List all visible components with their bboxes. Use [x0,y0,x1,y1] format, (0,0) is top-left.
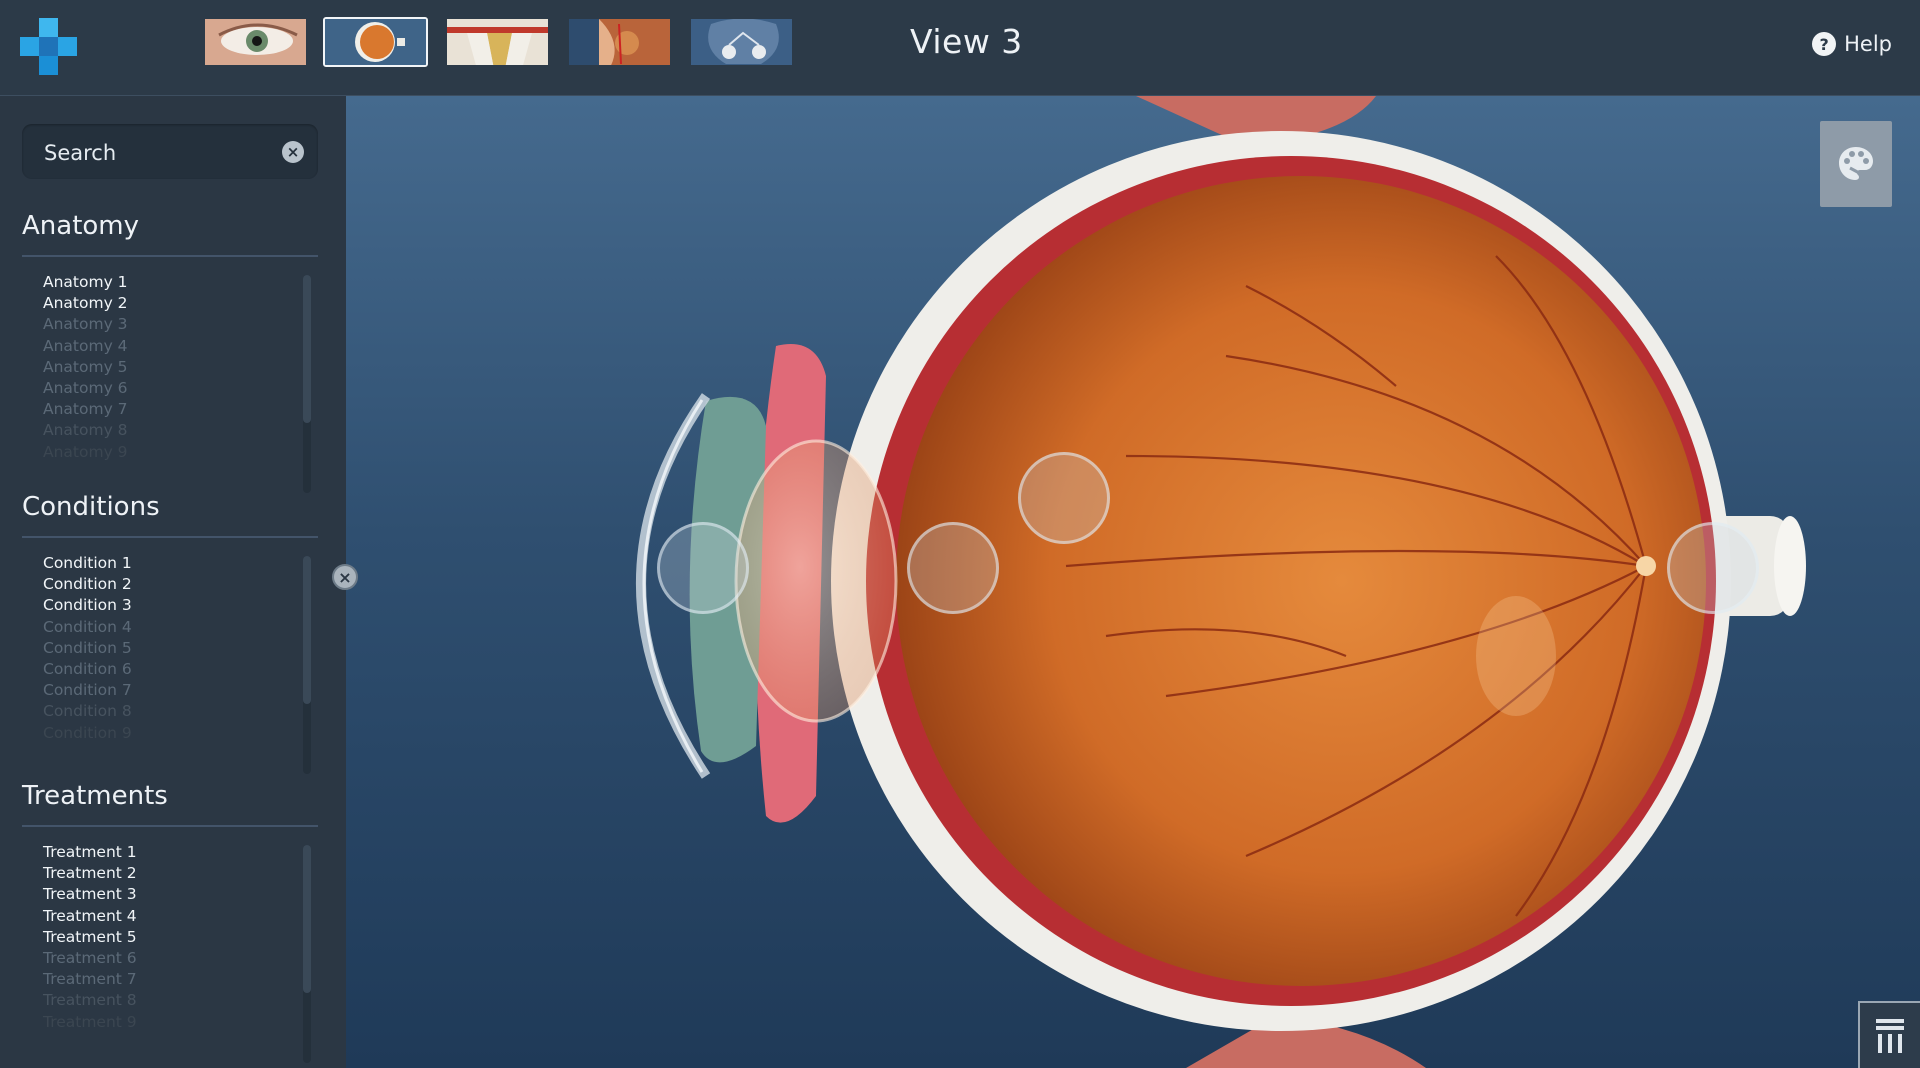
palette-button[interactable] [1820,121,1892,207]
close-circle-icon[interactable]: × [282,141,304,163]
list-item-anatomy[interactable]: Anatomy 4 [43,336,293,357]
collapse-sidebar-button[interactable]: × [332,564,358,590]
list-item-condition[interactable]: Condition 1 [43,553,293,574]
list-item-treatment[interactable]: Treatment 5 [43,927,293,948]
list-item-condition[interactable]: Condition 6 [43,659,293,680]
thumbnail-cross-section[interactable] [445,17,550,67]
eye-external-thumbnail-icon [205,19,306,65]
top-bar: View 3 ? Help [0,0,1920,96]
treatments-divider [22,825,318,827]
list-item-condition[interactable]: Condition 9 [43,723,293,744]
view-title: View 3 [910,22,1023,61]
help-button[interactable]: ? Help [1812,32,1892,56]
list-item-condition[interactable]: Condition 5 [43,638,293,659]
hotspot-cornea[interactable] [907,522,999,614]
list-item-anatomy[interactable]: Anatomy 2 [43,293,293,314]
list-item-anatomy[interactable]: Anatomy 3 [43,314,293,335]
list-item-anatomy[interactable]: Anatomy 1 [43,272,293,293]
list-item-treatment[interactable]: Treatment 3 [43,884,293,905]
sidebar: × Anatomy Anatomy 1 Anatomy 2 Anatomy 3 … [0,96,346,1068]
eyeball-thumbnail-icon [325,19,426,65]
anatomy-list: Anatomy 1 Anatomy 2 Anatomy 3 Anatomy 4 … [43,272,293,463]
anatomy-divider [22,255,318,257]
list-item-condition[interactable]: Condition 2 [43,574,293,595]
list-item-treatment[interactable]: Treatment 2 [43,863,293,884]
list-item-condition[interactable]: Condition 4 [43,617,293,638]
conditions-list: Condition 1 Condition 2 Condition 3 Cond… [43,553,293,744]
list-item-condition[interactable]: Condition 7 [43,680,293,701]
treatments-scroll-thumb[interactable] [303,845,311,993]
list-item-condition[interactable]: Condition 8 [43,701,293,722]
treatments-scrollbar[interactable] [303,845,311,1063]
list-item-treatment[interactable]: Treatment 1 [43,842,293,863]
conditions-scroll-thumb[interactable] [303,556,311,704]
menu-bars-icon [1876,1018,1904,1053]
list-item-treatment[interactable]: Treatment 8 [43,990,293,1011]
menu-button[interactable] [1858,1001,1920,1068]
anatomy-section-title: Anatomy [22,211,140,241]
palette-icon [1839,147,1873,180]
treatments-section-title: Treatments [22,781,168,811]
hotspot-external[interactable] [657,522,749,614]
brain-optic-thumbnail-icon [691,19,792,65]
search-box: × [22,124,318,181]
side-profile-thumbnail-icon [569,19,670,65]
treatments-list: Treatment 1 Treatment 2 Treatment 3 Trea… [43,842,293,1033]
thumbnail-eyeball[interactable] [323,17,428,67]
cross-section-thumbnail-icon [447,19,548,65]
list-item-treatment[interactable]: Treatment 9 [43,1012,293,1033]
hotspot-optic-nerve[interactable] [1667,522,1759,614]
anatomy-scroll-thumb[interactable] [303,275,311,423]
anatomy-scrollbar[interactable] [303,275,311,493]
thumbnail-side-profile[interactable] [567,17,672,67]
search-input[interactable] [42,124,276,181]
thumbnail-brain-optic[interactable] [689,17,794,67]
list-item-treatment[interactable]: Treatment 4 [43,906,293,927]
conditions-section-title: Conditions [22,492,160,522]
list-item-anatomy[interactable]: Anatomy 7 [43,399,293,420]
list-item-treatment[interactable]: Treatment 7 [43,969,293,990]
cross-logo-icon[interactable] [20,18,78,76]
list-item-anatomy[interactable]: Anatomy 5 [43,357,293,378]
conditions-scrollbar[interactable] [303,556,311,774]
help-circle-icon: ? [1812,32,1837,56]
eye-model-viewer[interactable] [346,96,1920,1068]
list-item-treatment[interactable]: Treatment 6 [43,948,293,969]
list-item-condition[interactable]: Condition 3 [43,595,293,616]
list-item-anatomy[interactable]: Anatomy 8 [43,420,293,441]
help-label: Help [1844,32,1892,56]
hotspot-iris[interactable] [1018,452,1110,544]
list-item-anatomy[interactable]: Anatomy 6 [43,378,293,399]
list-item-anatomy[interactable]: Anatomy 9 [43,442,293,463]
thumbnail-eye-external[interactable] [203,17,308,67]
conditions-divider [22,536,318,538]
